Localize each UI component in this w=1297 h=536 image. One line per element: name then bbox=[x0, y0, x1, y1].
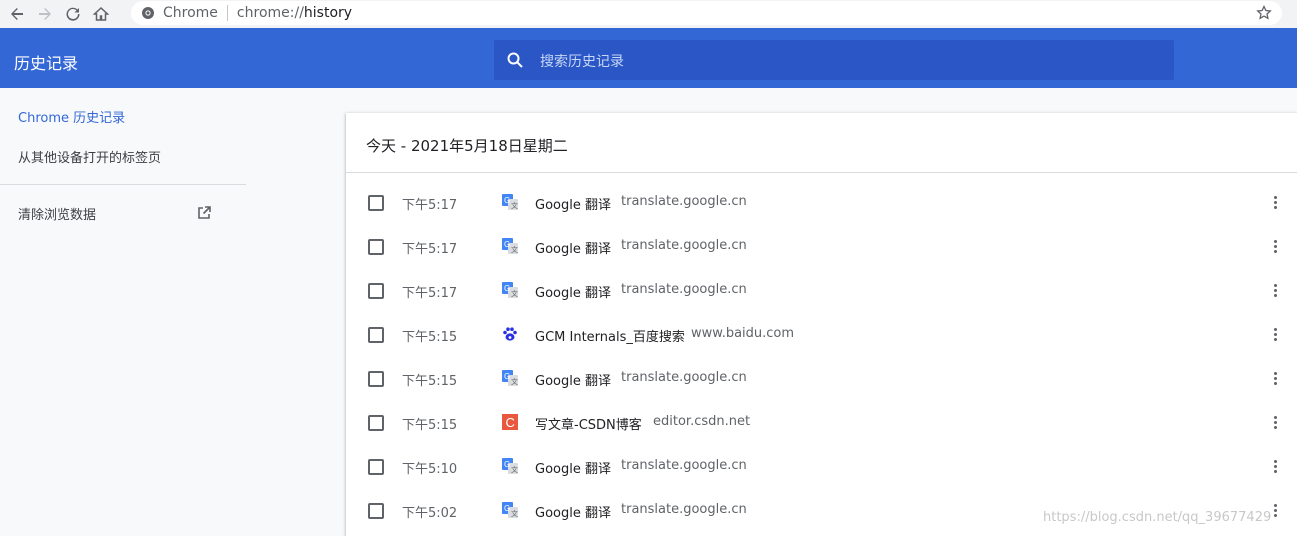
history-entry[interactable]: 下午5:17 G文 Google 翻译 translate.google.cn bbox=[346, 224, 1297, 268]
home-icon bbox=[93, 6, 109, 21]
sidebar-item-chrome-history[interactable]: Chrome 历史记录 bbox=[18, 107, 125, 126]
more-actions-button[interactable] bbox=[1266, 457, 1284, 475]
entry-domain: editor.csdn.net bbox=[653, 414, 751, 429]
more-actions-button[interactable] bbox=[1266, 237, 1284, 255]
more-actions-button[interactable] bbox=[1266, 413, 1284, 431]
history-entry[interactable]: 下午5:17 G文 Google 翻译 translate.google.cn bbox=[346, 268, 1297, 312]
svg-text:G: G bbox=[504, 460, 510, 469]
reload-button[interactable] bbox=[62, 3, 84, 25]
sidebar-item-other-devices[interactable]: 从其他设备打开的标签页 bbox=[18, 147, 161, 166]
more-actions-button[interactable] bbox=[1266, 369, 1284, 387]
entry-checkbox[interactable] bbox=[368, 415, 384, 431]
history-header: 历史记录 搜索历史记录 bbox=[0, 28, 1297, 88]
url-prefix: chrome:// bbox=[236, 5, 304, 21]
entry-time: 下午5:17 bbox=[402, 242, 458, 257]
google-translate-icon: G文 bbox=[502, 502, 518, 518]
search-icon bbox=[507, 52, 523, 68]
sidebar: Chrome 历史记录 从其他设备打开的标签页 清除浏览数据 bbox=[0, 88, 260, 536]
back-button[interactable] bbox=[6, 3, 28, 25]
home-button[interactable] bbox=[90, 3, 112, 25]
address-bar[interactable]: Chrome chrome://history bbox=[131, 1, 1282, 25]
card-divider bbox=[346, 172, 1297, 173]
watermark: https://blog.csdn.net/qq_39677429 bbox=[1043, 510, 1272, 525]
search-history-input[interactable]: 搜索历史记录 bbox=[494, 40, 1174, 80]
entry-time: 下午5:17 bbox=[402, 198, 458, 213]
entry-title[interactable]: GCM Internals_百度搜索 bbox=[535, 326, 685, 345]
svg-text:文: 文 bbox=[511, 201, 518, 210]
history-entry[interactable]: 下午5:15 GCM Internals_百度搜索 www.baidu.com bbox=[346, 312, 1297, 356]
address-separator bbox=[226, 5, 228, 21]
entry-title[interactable]: Google 翻译 bbox=[535, 502, 611, 521]
csdn-icon: C bbox=[502, 414, 518, 430]
search-placeholder: 搜索历史记录 bbox=[540, 54, 624, 70]
open-in-new-icon[interactable] bbox=[196, 205, 212, 221]
entry-domain: translate.google.cn bbox=[621, 238, 747, 253]
date-heading: 今天 - 2021年5月18日星期二 bbox=[366, 137, 568, 155]
svg-text:G: G bbox=[504, 196, 510, 205]
chrome-site-icon bbox=[141, 6, 155, 20]
more-actions-button[interactable] bbox=[1266, 325, 1284, 343]
svg-text:G: G bbox=[504, 504, 510, 513]
url-text: chrome://history bbox=[237, 5, 352, 21]
google-translate-icon: G文 bbox=[502, 282, 518, 298]
forward-button[interactable] bbox=[34, 3, 56, 25]
entry-checkbox[interactable] bbox=[368, 503, 384, 519]
google-translate-icon: G文 bbox=[502, 458, 518, 474]
svg-text:C: C bbox=[506, 415, 515, 430]
bookmark-star-icon[interactable] bbox=[1256, 5, 1272, 21]
back-arrow-icon bbox=[11, 8, 23, 20]
browser-toolbar: Chrome chrome://history bbox=[0, 0, 1297, 28]
entry-title[interactable]: 写文章-CSDN博客 bbox=[535, 414, 642, 433]
google-translate-icon: G文 bbox=[502, 194, 518, 210]
more-actions-button[interactable] bbox=[1266, 193, 1284, 211]
page-title: 历史记录 bbox=[14, 54, 79, 73]
entry-checkbox[interactable] bbox=[368, 283, 384, 299]
svg-text:文: 文 bbox=[511, 289, 518, 298]
forward-arrow-icon bbox=[39, 8, 51, 20]
reload-icon bbox=[66, 7, 80, 21]
entry-time: 下午5:17 bbox=[402, 286, 458, 301]
entry-title[interactable]: Google 翻译 bbox=[535, 282, 611, 301]
svg-text:文: 文 bbox=[511, 509, 518, 518]
entry-time: 下午5:10 bbox=[402, 462, 458, 477]
entry-time: 下午5:15 bbox=[402, 418, 458, 433]
svg-text:文: 文 bbox=[511, 245, 518, 254]
svg-text:G: G bbox=[504, 372, 510, 381]
entry-time: 下午5:15 bbox=[402, 330, 458, 345]
entry-domain: translate.google.cn bbox=[621, 194, 747, 209]
entry-title[interactable]: Google 翻译 bbox=[535, 370, 611, 389]
history-entry[interactable]: 下午5:15 C 写文章-CSDN博客 editor.csdn.net bbox=[346, 400, 1297, 444]
entry-checkbox[interactable] bbox=[368, 459, 384, 475]
site-label: Chrome bbox=[163, 5, 218, 21]
google-translate-icon: G文 bbox=[502, 370, 518, 386]
svg-text:G: G bbox=[504, 284, 510, 293]
history-entry[interactable]: 下午5:17 G文 Google 翻译 translate.google.cn bbox=[346, 180, 1297, 224]
entry-time: 下午5:02 bbox=[402, 506, 458, 521]
entry-checkbox[interactable] bbox=[368, 371, 384, 387]
history-entry[interactable]: 下午5:15 G文 Google 翻译 translate.google.cn bbox=[346, 356, 1297, 400]
url-path: history bbox=[303, 5, 353, 21]
more-actions-button[interactable] bbox=[1266, 281, 1284, 299]
sidebar-divider bbox=[0, 184, 246, 185]
entry-domain: translate.google.cn bbox=[621, 458, 747, 473]
entry-domain: translate.google.cn bbox=[621, 502, 747, 517]
entry-title[interactable]: Google 翻译 bbox=[535, 238, 611, 257]
entry-checkbox[interactable] bbox=[368, 239, 384, 255]
history-card: 今天 - 2021年5月18日星期二 下午5:17 G文 Google 翻译 t… bbox=[346, 113, 1297, 536]
svg-text:文: 文 bbox=[511, 377, 518, 386]
svg-text:G: G bbox=[504, 240, 510, 249]
entry-domain: translate.google.cn bbox=[621, 370, 747, 385]
entry-domain: www.baidu.com bbox=[691, 326, 795, 341]
baidu-paw-icon bbox=[503, 327, 517, 341]
entry-title[interactable]: Google 翻译 bbox=[535, 194, 611, 213]
entry-checkbox[interactable] bbox=[368, 195, 384, 211]
history-entry[interactable]: 下午5:10 G文 Google 翻译 translate.google.cn bbox=[346, 444, 1297, 488]
google-translate-icon: G文 bbox=[502, 238, 518, 254]
sidebar-item-clear-browsing-data[interactable]: 清除浏览数据 bbox=[18, 204, 96, 223]
entry-domain: translate.google.cn bbox=[621, 282, 747, 297]
entry-checkbox[interactable] bbox=[368, 327, 384, 343]
svg-text:文: 文 bbox=[511, 465, 518, 474]
entry-time: 下午5:15 bbox=[402, 374, 458, 389]
entry-title[interactable]: Google 翻译 bbox=[535, 458, 611, 477]
